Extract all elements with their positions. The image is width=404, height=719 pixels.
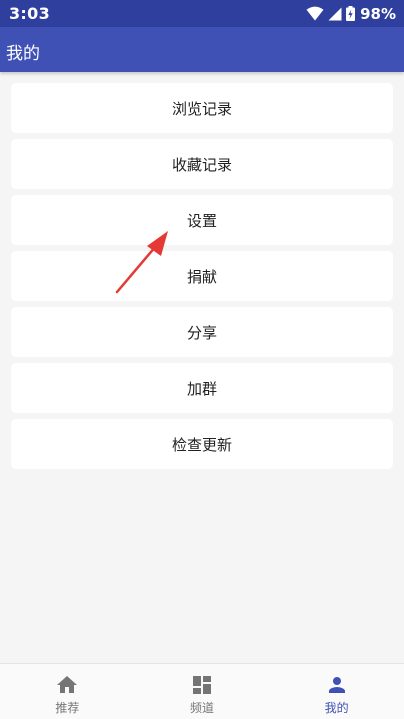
- wifi-icon: [306, 6, 324, 21]
- person-icon: [328, 677, 345, 693]
- menu-item-check-update[interactable]: 检查更新: [11, 419, 393, 469]
- menu-item-label: 捐献: [186, 267, 217, 286]
- menu-item-label: 加群: [186, 379, 217, 398]
- nav-item-mine[interactable]: 我的: [269, 664, 404, 719]
- menu-item-browse-history[interactable]: 浏览记录: [11, 83, 393, 133]
- nav-label: 频道: [190, 701, 215, 715]
- menu-item-share[interactable]: 分享: [11, 307, 393, 357]
- status-time: 3:03: [9, 4, 50, 23]
- menu-item-label: 浏览记录: [171, 99, 232, 118]
- nav-item-channels[interactable]: 频道: [135, 664, 270, 719]
- menu-item-settings[interactable]: 设置: [11, 195, 393, 245]
- menu-item-donate[interactable]: 捐献: [11, 251, 393, 301]
- nav-item-recommend[interactable]: 推荐: [0, 664, 135, 719]
- status-bar: 3:03 98%: [0, 0, 404, 27]
- menu-item-label: 检查更新: [171, 435, 232, 454]
- menu-list: 浏览记录 收藏记录 设置 捐献 分享 加群 检查更新: [11, 83, 393, 475]
- nav-label: 推荐: [55, 701, 80, 715]
- dashboard-icon: [193, 676, 211, 694]
- status-icons: 98%: [306, 4, 396, 23]
- red-arrow-annotation: [115, 231, 168, 294]
- home-icon: [57, 676, 78, 693]
- page-title: 我的: [6, 44, 40, 64]
- battery-percent: 98%: [360, 4, 396, 23]
- menu-item-join-group[interactable]: 加群: [11, 363, 393, 413]
- battery-icon: [346, 6, 356, 21]
- cellular-signal-icon: [328, 7, 342, 20]
- nav-label: 我的: [324, 701, 349, 715]
- menu-item-label: 收藏记录: [171, 155, 232, 174]
- menu-item-label: 分享: [186, 323, 217, 342]
- menu-item-favorites[interactable]: 收藏记录: [11, 139, 393, 189]
- menu-item-label: 设置: [186, 211, 217, 230]
- bottom-navigation: 推荐 频道 我的: [0, 663, 404, 719]
- app-bar: 我的: [0, 27, 404, 72]
